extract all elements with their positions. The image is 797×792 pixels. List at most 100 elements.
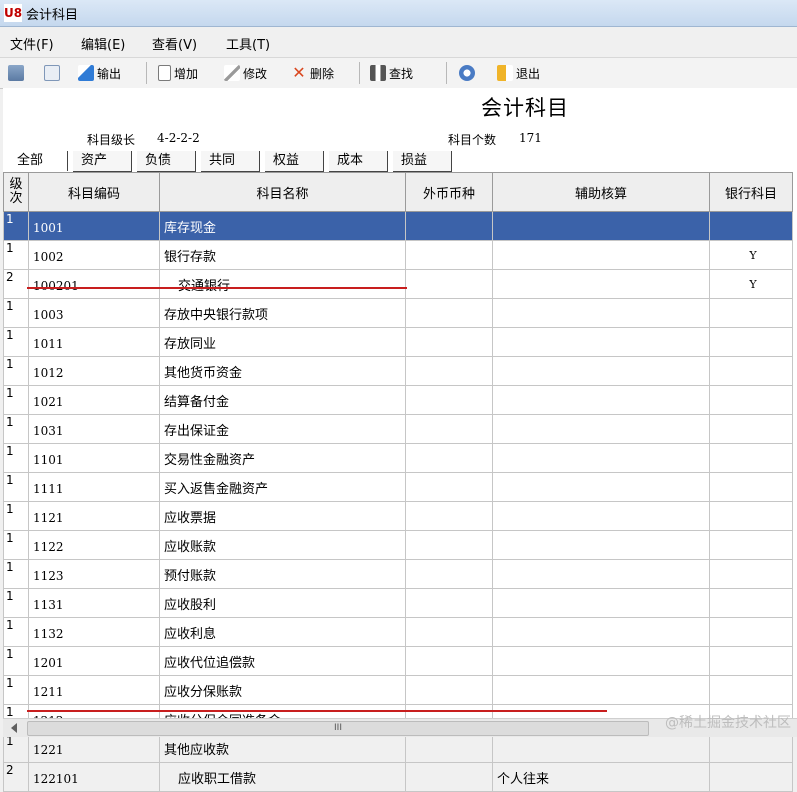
- bank-cell[interactable]: [709, 443, 793, 473]
- aux-cell[interactable]: [492, 646, 710, 676]
- tab-all[interactable]: 全部: [9, 151, 68, 171]
- aux-cell[interactable]: [492, 327, 710, 357]
- column-header-currency[interactable]: 外币币种: [405, 172, 493, 212]
- bank-cell[interactable]: [709, 472, 793, 502]
- name-cell[interactable]: 结算备付金: [159, 385, 406, 415]
- code-cell[interactable]: 1012: [28, 356, 160, 386]
- table-row[interactable]: 1 1221 其他应收款: [3, 733, 793, 763]
- code-cell[interactable]: 1031: [28, 414, 160, 444]
- code-cell[interactable]: 1002: [28, 240, 160, 270]
- name-cell[interactable]: 应收职工借款: [159, 762, 406, 792]
- level-cell[interactable]: 1: [3, 617, 29, 647]
- bank-cell[interactable]: [709, 327, 793, 357]
- name-cell[interactable]: 预付账款: [159, 559, 406, 589]
- table-row[interactable]: 2 122101 应收职工借款 个人往来: [3, 762, 793, 792]
- table-row[interactable]: 2 100201 交通银行 Y: [3, 269, 793, 299]
- print-button[interactable]: [8, 61, 24, 85]
- currency-cell[interactable]: [405, 675, 493, 705]
- bank-cell[interactable]: [709, 530, 793, 560]
- currency-cell[interactable]: [405, 733, 493, 763]
- name-cell[interactable]: 存放同业: [159, 327, 406, 357]
- code-cell[interactable]: 1111: [28, 472, 160, 502]
- level-cell[interactable]: 2: [3, 762, 29, 792]
- aux-cell[interactable]: [492, 240, 710, 270]
- menu-file[interactable]: 文件(F): [10, 34, 54, 53]
- bank-cell[interactable]: [709, 588, 793, 618]
- currency-cell[interactable]: [405, 211, 493, 241]
- aux-cell[interactable]: 个人往来: [492, 762, 710, 792]
- aux-cell[interactable]: [492, 211, 710, 241]
- level-cell[interactable]: 1: [3, 443, 29, 473]
- table-row[interactable]: 1 1132 应收利息: [3, 617, 793, 647]
- currency-cell[interactable]: [405, 617, 493, 647]
- currency-cell[interactable]: [405, 269, 493, 299]
- level-cell[interactable]: 1: [3, 733, 29, 763]
- aux-cell[interactable]: [492, 298, 710, 328]
- edit-button[interactable]: 修改: [224, 61, 267, 85]
- level-cell[interactable]: 1: [3, 675, 29, 705]
- level-cell[interactable]: 2: [3, 269, 29, 299]
- level-cell[interactable]: 1: [3, 211, 29, 241]
- currency-cell[interactable]: [405, 443, 493, 473]
- level-cell[interactable]: 1: [3, 501, 29, 531]
- bank-cell[interactable]: Y: [709, 269, 793, 299]
- level-cell[interactable]: 1: [3, 559, 29, 589]
- table-row[interactable]: 1 1122 应收账款: [3, 530, 793, 560]
- currency-cell[interactable]: [405, 414, 493, 444]
- menu-view[interactable]: 查看(V): [152, 34, 197, 53]
- help-button[interactable]: [459, 61, 475, 85]
- currency-cell[interactable]: [405, 762, 493, 792]
- currency-cell[interactable]: [405, 356, 493, 386]
- aux-cell[interactable]: [492, 414, 710, 444]
- name-cell[interactable]: 其他货币资金: [159, 356, 406, 386]
- name-cell[interactable]: 买入返售金融资产: [159, 472, 406, 502]
- aux-cell[interactable]: [492, 472, 710, 502]
- level-cell[interactable]: 1: [3, 472, 29, 502]
- code-cell[interactable]: 1121: [28, 501, 160, 531]
- aux-cell[interactable]: [492, 733, 710, 763]
- currency-cell[interactable]: [405, 559, 493, 589]
- code-cell[interactable]: 1123: [28, 559, 160, 589]
- level-cell[interactable]: 1: [3, 356, 29, 386]
- name-cell[interactable]: 交易性金融资产: [159, 443, 406, 473]
- currency-cell[interactable]: [405, 240, 493, 270]
- add-button[interactable]: 增加: [158, 61, 198, 85]
- bank-cell[interactable]: [709, 617, 793, 647]
- tab-cost[interactable]: 成本: [329, 151, 388, 172]
- bank-cell[interactable]: [709, 414, 793, 444]
- currency-cell[interactable]: [405, 501, 493, 531]
- name-cell[interactable]: 存放中央银行款项: [159, 298, 406, 328]
- bank-cell[interactable]: [709, 501, 793, 531]
- tab-common[interactable]: 共同: [201, 151, 260, 172]
- currency-cell[interactable]: [405, 298, 493, 328]
- tab-profit-loss[interactable]: 损益: [393, 151, 452, 172]
- aux-cell[interactable]: [492, 443, 710, 473]
- code-cell[interactable]: 1001: [28, 211, 160, 241]
- code-cell[interactable]: 1021: [28, 385, 160, 415]
- code-cell[interactable]: 1101: [28, 443, 160, 473]
- aux-cell[interactable]: [492, 269, 710, 299]
- name-cell[interactable]: 应收利息: [159, 617, 406, 647]
- table-row[interactable]: 1 1201 应收代位追偿款: [3, 646, 793, 676]
- tab-liabilities[interactable]: 负债: [137, 151, 196, 172]
- bank-cell[interactable]: [709, 385, 793, 415]
- level-cell[interactable]: 1: [3, 530, 29, 560]
- column-header-bank[interactable]: 银行科目: [709, 172, 793, 212]
- table-row[interactable]: 1 1123 预付账款: [3, 559, 793, 589]
- column-header-code[interactable]: 科目编码: [28, 172, 160, 212]
- code-cell[interactable]: 1221: [28, 733, 160, 763]
- aux-cell[interactable]: [492, 356, 710, 386]
- name-cell[interactable]: 应收账款: [159, 530, 406, 560]
- aux-cell[interactable]: [492, 385, 710, 415]
- table-row[interactable]: 1 1003 存放中央银行款项: [3, 298, 793, 328]
- table-row[interactable]: 1 1011 存放同业: [3, 327, 793, 357]
- find-button[interactable]: 查找: [370, 61, 413, 85]
- aux-cell[interactable]: [492, 617, 710, 647]
- name-cell[interactable]: 其他应收款: [159, 733, 406, 763]
- level-cell[interactable]: 1: [3, 327, 29, 357]
- column-header-level[interactable]: 级次: [3, 172, 29, 212]
- exit-button[interactable]: 退出: [497, 61, 540, 85]
- code-cell[interactable]: 100201: [28, 269, 160, 299]
- aux-cell[interactable]: [492, 559, 710, 589]
- table-row[interactable]: 1 1002 银行存款 Y: [3, 240, 793, 270]
